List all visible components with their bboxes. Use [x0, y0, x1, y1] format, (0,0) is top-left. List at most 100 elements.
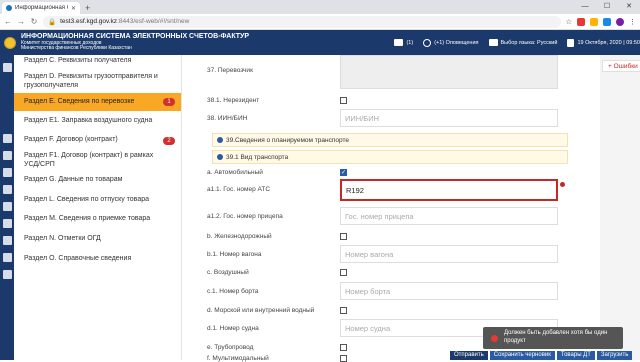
carrier-field [340, 55, 558, 89]
nav-icon-7[interactable] [2, 219, 12, 228]
nonresident-checkbox[interactable] [340, 97, 347, 104]
sidebar-item-label: Раздел C. Реквизиты получателя [24, 57, 132, 65]
sidebar-item-section-g[interactable]: Раздел G. Данные по товарам [14, 174, 181, 187]
messages-button[interactable]: (1) [394, 39, 413, 46]
maximize-icon[interactable]: ☐ [596, 0, 618, 14]
wagon-input[interactable]: Номер вагона [340, 245, 558, 263]
forward-icon[interactable]: → [17, 17, 25, 26]
left-icon-strip [0, 55, 14, 360]
window-controls: — ☐ ✕ [574, 0, 640, 14]
iin-input[interactable]: ИИН/БИН [340, 109, 558, 127]
flight-input[interactable]: Номер борта [340, 282, 558, 300]
error-toast[interactable]: Должен быть добавлен хотя бы один продук… [483, 327, 623, 349]
info-icon [217, 137, 223, 143]
air-checkbox[interactable] [340, 269, 347, 276]
menu-dots-icon[interactable]: ⋮ [629, 18, 636, 26]
nav-icon-9[interactable] [2, 253, 12, 262]
flight-label: c.1. Номер борта [207, 288, 259, 295]
close-tab-icon[interactable]: ✕ [71, 5, 76, 12]
extension-blue-icon[interactable] [603, 17, 611, 26]
sidebar-item-section-d[interactable]: Раздел D. Реквизиты грузоотправителя и г… [14, 72, 181, 92]
auto-label: a. Автомобильный [207, 169, 263, 176]
new-tab-icon[interactable]: + [85, 3, 90, 13]
profile-avatar[interactable] [616, 17, 624, 26]
multi-checkbox[interactable] [340, 355, 347, 362]
star-icon[interactable]: ☆ [566, 18, 572, 26]
sidebar-item-label: Раздел E1. Заправка воздушного судна [24, 117, 153, 125]
sidebar-item-label: Раздел O. Справочные сведения [24, 255, 132, 263]
error-count-badge: 2 [163, 136, 175, 145]
main-area: Раздел C. Реквизиты получателя Раздел D.… [0, 55, 640, 362]
iin-label: 38. ИИН/БИН [207, 115, 248, 122]
auto-checkbox[interactable]: ✓ [340, 169, 347, 176]
pipe-checkbox[interactable] [340, 344, 347, 351]
close-window-icon[interactable]: ✕ [618, 0, 640, 14]
sidebar-item-section-m[interactable]: Раздел M. Сведения о приемке товара [14, 213, 181, 226]
back-icon[interactable]: ← [4, 17, 12, 26]
sidebar-item-label: Раздел L. Сведения по отпуску товара [24, 196, 149, 204]
trailer-input[interactable]: Гос. номер прицепа [340, 207, 558, 225]
rail-checkbox[interactable] [340, 233, 347, 240]
nav-icon-6[interactable] [2, 202, 12, 211]
sidebar-item-section-e1[interactable]: Раздел E1. Заправка воздушного судна [14, 115, 181, 128]
sea-checkbox[interactable] [340, 307, 347, 314]
nav-icon-5[interactable] [2, 185, 12, 194]
toast-line-1: Должен быть добавлен хотя бы один [504, 330, 608, 337]
settings-gear-icon[interactable] [2, 270, 12, 279]
url-path: :8443/esf-web/#!/snt/new [117, 18, 190, 25]
extension-yellow-icon[interactable] [590, 17, 598, 26]
monitor-icon [488, 39, 498, 46]
info-planned-transport-text: 39.Сведения о планируемом транспорте [226, 136, 349, 144]
reload-icon[interactable]: ↻ [30, 17, 38, 26]
site-favicon-icon [6, 5, 12, 11]
browser-tabbar: Информационная Система Эле ✕ + — ☐ ✕ [0, 0, 640, 14]
date-display: 19 Октября, 2020 | 09:50 [567, 38, 640, 47]
messages-count: (1) [406, 39, 414, 46]
sidebar-item-label: Раздел D. Реквизиты грузоотправителя и г… [24, 73, 158, 89]
info-transport-type: 39.1 Вид транспорта [212, 150, 568, 164]
nonresident-label: 38.1. Нерезидент [207, 97, 260, 104]
sidebar-item-label: Раздел E. Сведения по перевозке [24, 97, 135, 105]
ship-label: d.1. Номер судна [207, 325, 259, 332]
nav-icon-1[interactable] [2, 63, 12, 72]
extension-red-icon[interactable] [577, 17, 585, 26]
sidebar-item-section-e[interactable]: Раздел E. Сведения по перевозке 1 [14, 93, 181, 111]
address-bar: ← → ↻ 🔒 test3.esf.kgd.gov.kz:8443/esf-we… [0, 14, 640, 30]
sea-label: d. Морской или внутренний водный [207, 307, 315, 314]
sidebar-item-section-o[interactable]: Раздел O. Справочные сведения [14, 253, 181, 266]
upload-button[interactable]: Загрузить [596, 351, 633, 360]
air-label: c. Воздушный [207, 269, 249, 276]
language-label: Выбор языка: Русский [500, 39, 558, 46]
nav-icon-8[interactable] [2, 236, 12, 245]
goods-dt-button[interactable]: Товары ДТ [556, 351, 595, 360]
sidebar-item-section-l[interactable]: Раздел L. Сведения по отпуску товара [14, 194, 181, 207]
extension-icons: ☆ ⋮ [566, 17, 636, 26]
notifications-button[interactable]: (+1) Оповещения [423, 38, 479, 47]
info-icon [217, 154, 223, 160]
trailer-label: a1.2. Гос. номер прицепа [207, 213, 283, 220]
error-indicator-icon [560, 182, 565, 187]
sidebar-item-label: Раздел F1. Договор (контракт) в рамках У… [24, 152, 154, 168]
plate-input[interactable]: R192 [340, 179, 558, 201]
nav-icon-3[interactable] [2, 151, 12, 160]
send-button[interactable]: Отправить [450, 351, 488, 360]
calendar-icon [567, 38, 575, 47]
browser-tab[interactable]: Информационная Система Эле ✕ [2, 2, 80, 14]
sidebar-item-section-f1[interactable]: Раздел F1. Договор (контракт) в рамках У… [14, 151, 181, 171]
app-subtitle-2: Министерства финансов Республики Казахст… [21, 45, 132, 52]
nav-icon-4[interactable] [2, 168, 12, 177]
url-field[interactable]: 🔒 test3.esf.kgd.gov.kz:8443/esf-web/#!/s… [43, 15, 561, 28]
language-select[interactable]: Выбор языка: Русский [488, 39, 558, 46]
errors-button[interactable]: + Ошибки [602, 60, 640, 72]
sidebar-item-section-n[interactable]: Раздел N. Отметки ОГД [14, 233, 181, 246]
error-count-badge: 1 [163, 98, 175, 106]
sidebar-item-section-c[interactable]: Раздел C. Реквизиты получателя [14, 55, 181, 68]
nav-icon-2[interactable] [2, 134, 12, 143]
minimize-icon[interactable]: — [574, 0, 596, 14]
info-planned-transport: 39.Сведения о планируемом транспорте [212, 133, 568, 147]
app-header: ИНФОРМАЦИОННАЯ СИСТЕМА ЭЛЕКТРОННЫХ СЧЕТО… [0, 30, 640, 55]
sidebar-item-section-f[interactable]: Раздел F. Договор (контракт) 2 [14, 134, 181, 147]
save-draft-button[interactable]: Сохранить черновик [489, 351, 555, 360]
section-sidebar: Раздел C. Реквизиты получателя Раздел D.… [14, 55, 182, 360]
notifications-label: (+1) Оповещения [434, 39, 479, 46]
